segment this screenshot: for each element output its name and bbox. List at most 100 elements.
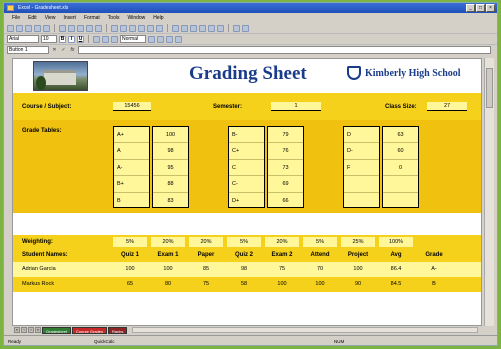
grade-table-cell[interactable]: B+ xyxy=(114,176,149,193)
italic-button[interactable]: I xyxy=(68,35,75,43)
score-cell[interactable]: 100 xyxy=(303,281,337,287)
font-color-icon[interactable] xyxy=(175,35,182,43)
grade-table-cell[interactable]: A- xyxy=(114,160,149,177)
grade-table-cell[interactable]: 95 xyxy=(153,160,188,177)
grade-table-cell[interactable]: 76 xyxy=(268,143,303,160)
grade-table-cell[interactable]: 69 xyxy=(268,176,303,193)
vertical-scrollbar[interactable] xyxy=(484,58,494,326)
course-value-cell[interactable]: 15456 xyxy=(113,102,151,111)
menu-help[interactable]: Help xyxy=(153,13,163,23)
column-header[interactable]: Attend xyxy=(303,252,337,258)
column-header[interactable]: Grade xyxy=(417,252,451,258)
borders-icon[interactable] xyxy=(172,24,179,32)
grade-table-cell[interactable] xyxy=(383,176,418,193)
grade-table-cell[interactable]: F xyxy=(344,160,379,177)
increase-decimal-icon[interactable] xyxy=(208,24,215,32)
formula-enter-icon[interactable]: ✓ xyxy=(60,47,67,54)
name-box[interactable]: Button 1 xyxy=(7,46,49,54)
redo-icon[interactable] xyxy=(95,24,102,32)
close-button[interactable]: × xyxy=(486,4,495,12)
score-cell[interactable]: A- xyxy=(417,266,451,272)
grade-table-cell[interactable]: 63 xyxy=(383,127,418,144)
grade-table-cell[interactable]: 98 xyxy=(153,143,188,160)
copy-icon[interactable] xyxy=(68,24,75,32)
menu-file[interactable]: File xyxy=(12,13,20,23)
help-icon[interactable] xyxy=(242,24,249,32)
percent-icon[interactable] xyxy=(190,24,197,32)
decrease-decimal-icon[interactable] xyxy=(217,24,224,32)
grade-table-cell[interactable]: 0 xyxy=(383,160,418,177)
grade-table-cell[interactable] xyxy=(383,193,418,209)
horizontal-scrollbar[interactable] xyxy=(132,327,478,333)
function-icon[interactable]: fx xyxy=(69,47,76,54)
sheet-tab[interactable]: Ranks xyxy=(108,326,128,334)
score-cell[interactable]: 100 xyxy=(151,266,185,272)
zoom-icon[interactable] xyxy=(233,24,240,32)
worksheet[interactable]: Grading Sheet Kimberly High School Cours… xyxy=(12,58,482,326)
first-sheet-button[interactable]: « xyxy=(14,327,20,333)
hyperlink-icon[interactable] xyxy=(111,24,118,32)
score-cell[interactable]: 86.4 xyxy=(379,266,413,272)
print-icon[interactable] xyxy=(34,24,41,32)
vertical-scroll-thumb[interactable] xyxy=(486,68,493,108)
menu-edit[interactable]: Edit xyxy=(28,13,37,23)
fill-color-icon[interactable] xyxy=(166,35,173,43)
menu-view[interactable]: View xyxy=(45,13,56,23)
weight-cell[interactable]: 20% xyxy=(151,237,185,247)
score-cell[interactable]: 100 xyxy=(265,281,299,287)
grade-table-cell[interactable]: 73 xyxy=(268,160,303,177)
underline-button[interactable]: U xyxy=(77,35,84,43)
score-cell[interactable]: 84.5 xyxy=(379,281,413,287)
chart-wizard-icon[interactable] xyxy=(147,24,154,32)
minimize-button[interactable]: _ xyxy=(466,4,475,12)
sheet-tab[interactable]: Gradesheet xyxy=(42,326,71,334)
style-select[interactable]: Normal xyxy=(120,35,146,43)
comma-icon[interactable] xyxy=(199,24,206,32)
drawing-icon[interactable] xyxy=(156,24,163,32)
paste-icon[interactable] xyxy=(77,24,84,32)
score-cell[interactable]: 75 xyxy=(189,281,223,287)
next-sheet-button[interactable]: › xyxy=(28,327,34,333)
last-sheet-button[interactable]: » xyxy=(35,327,41,333)
semester-value-cell[interactable]: 1 xyxy=(271,102,321,111)
grade-table-cell[interactable]: A xyxy=(114,143,149,160)
weight-cell[interactable]: 20% xyxy=(189,237,223,247)
sheet-tab[interactable]: Course Grades xyxy=(71,326,108,334)
cut-icon[interactable] xyxy=(59,24,66,32)
merge-icon[interactable] xyxy=(181,24,188,32)
grade-table-cell[interactable]: C- xyxy=(229,176,264,193)
align-right-icon[interactable] xyxy=(111,35,118,43)
indent-icon[interactable] xyxy=(157,35,164,43)
student-name-cell[interactable]: Markus Rock xyxy=(22,281,54,287)
score-cell[interactable]: B xyxy=(417,281,451,287)
grade-table-cell[interactable]: B xyxy=(114,193,149,209)
column-header[interactable]: Quiz 1 xyxy=(113,252,147,258)
prev-sheet-button[interactable]: ‹ xyxy=(21,327,27,333)
grade-table-cell[interactable]: C+ xyxy=(229,143,264,160)
grade-table-cell[interactable] xyxy=(344,176,379,193)
score-cell[interactable]: 65 xyxy=(113,281,147,287)
weight-cell[interactable]: 20% xyxy=(265,237,299,247)
score-cell[interactable]: 85 xyxy=(189,266,223,272)
score-cell[interactable]: 75 xyxy=(265,266,299,272)
menu-format[interactable]: Format xyxy=(84,13,100,23)
autosum-icon[interactable] xyxy=(120,24,127,32)
sort-descending-icon[interactable] xyxy=(138,24,145,32)
new-icon[interactable] xyxy=(7,24,14,32)
score-cell[interactable]: 80 xyxy=(151,281,185,287)
grade-table-cell[interactable]: C xyxy=(229,160,264,177)
grade-table-cell[interactable]: D- xyxy=(344,143,379,160)
font-size-select[interactable]: 10 xyxy=(41,35,57,43)
grade-table-cell[interactable]: 83 xyxy=(153,193,188,209)
student-name-cell[interactable]: Adrian Garcia xyxy=(22,266,56,272)
menu-window[interactable]: Window xyxy=(127,13,145,23)
grade-table-cell[interactable]: 79 xyxy=(268,127,303,144)
open-icon[interactable] xyxy=(16,24,23,32)
grade-table-cell[interactable]: 66 xyxy=(268,193,303,209)
grade-table-cell[interactable]: A+ xyxy=(114,127,149,144)
align-left-icon[interactable] xyxy=(93,35,100,43)
grade-table-cell[interactable]: 88 xyxy=(153,176,188,193)
score-cell[interactable]: 90 xyxy=(341,281,375,287)
column-header[interactable]: Exam 2 xyxy=(265,252,299,258)
column-header[interactable]: Paper xyxy=(189,252,223,258)
